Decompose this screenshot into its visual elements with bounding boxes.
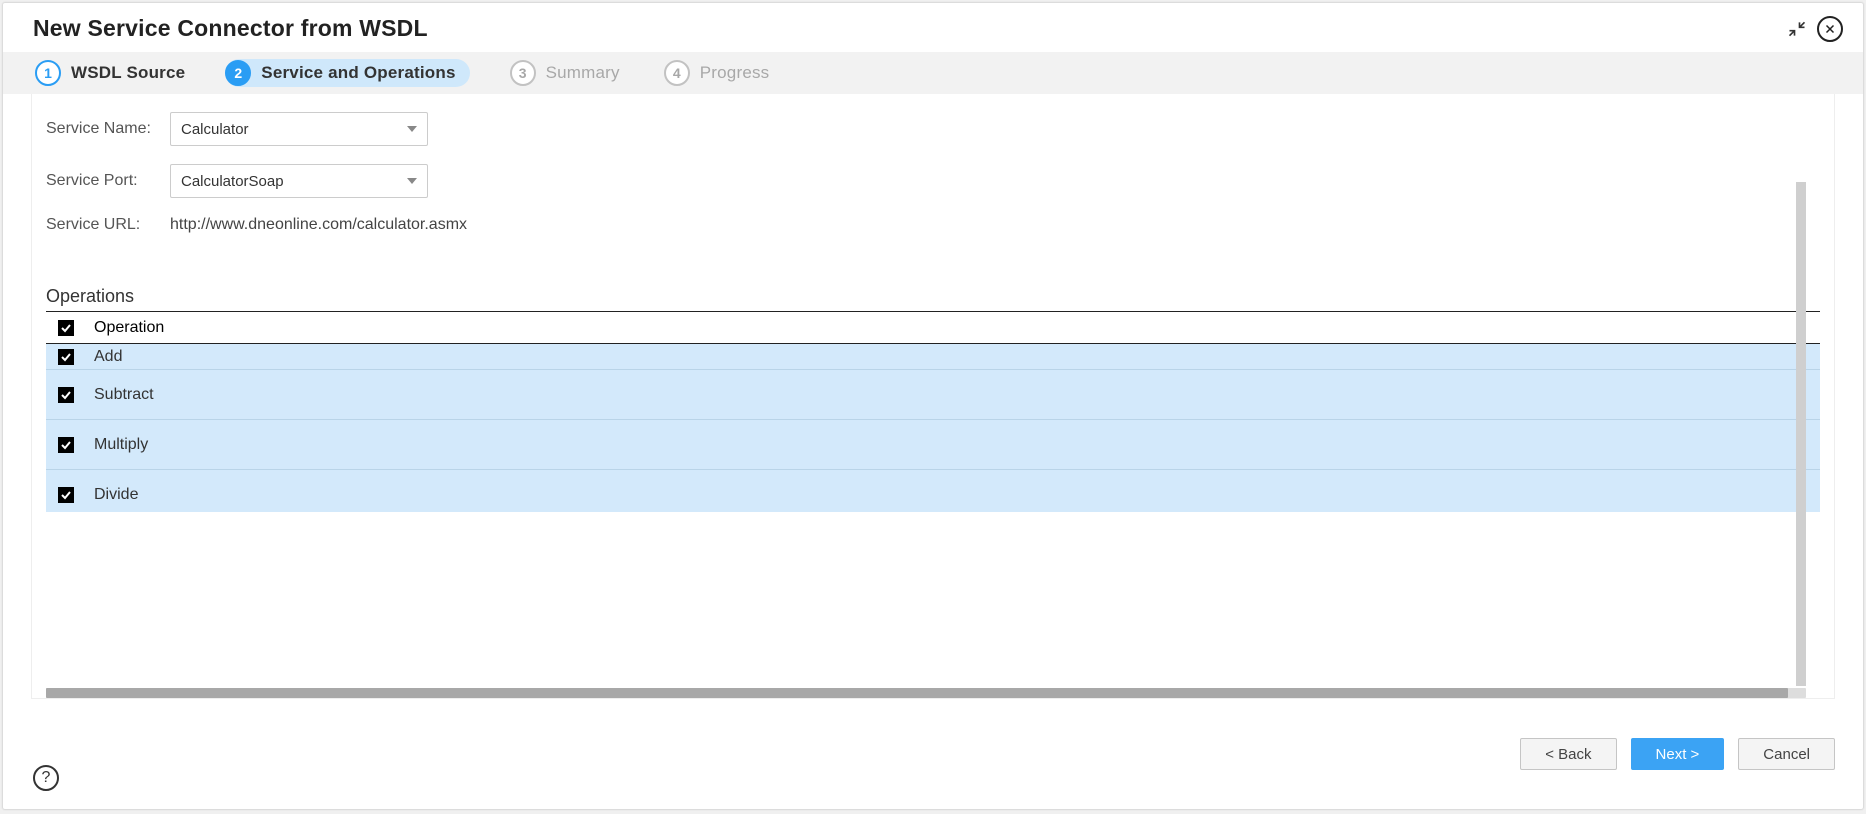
collapse-icon[interactable] <box>1787 19 1807 39</box>
table-row[interactable]: Multiply <box>46 420 1820 470</box>
scrollbar-thumb[interactable] <box>1796 182 1806 686</box>
step-badge: 4 <box>664 60 690 86</box>
column-header-operation: Operation <box>94 319 164 337</box>
chevron-down-icon <box>407 126 417 132</box>
operation-name: Add <box>94 348 122 366</box>
chevron-down-icon <box>407 178 417 184</box>
wsdl-wizard-dialog: New Service Connector from WSDL 1 WSDL S… <box>2 2 1864 810</box>
step-badge: 2 <box>225 60 251 86</box>
back-button[interactable]: < Back <box>1520 738 1616 770</box>
label-service-url: Service URL: <box>46 216 170 234</box>
wizard-steps: 1 WSDL Source 2 Service and Operations 3… <box>3 52 1863 94</box>
dialog-title: New Service Connector from WSDL <box>33 15 1787 42</box>
horizontal-scrollbar[interactable] <box>46 688 1806 698</box>
content-inner: Service Name: Calculator Service Port: C… <box>31 94 1835 699</box>
header-actions <box>1787 16 1843 42</box>
step-progress[interactable]: 4 Progress <box>660 60 774 86</box>
dialog-footer: ? < Back Next > Cancel <box>3 699 1863 809</box>
step-badge: 3 <box>510 60 536 86</box>
row-service-port: Service Port: CalculatorSoap <box>46 164 1820 198</box>
operations-table: Operation Add Subtract <box>46 311 1820 698</box>
operations-heading: Operations <box>46 286 1820 307</box>
scrollbar-thumb[interactable] <box>46 688 1788 698</box>
step-label: Summary <box>546 63 620 83</box>
table-row[interactable]: Add <box>46 344 1820 370</box>
content-area: Service Name: Calculator Service Port: C… <box>3 94 1863 699</box>
step-label: Progress <box>700 63 770 83</box>
select-service-name[interactable]: Calculator <box>170 112 428 146</box>
select-value: Calculator <box>181 121 249 138</box>
select-value: CalculatorSoap <box>181 173 284 190</box>
next-button[interactable]: Next > <box>1631 738 1725 770</box>
close-icon[interactable] <box>1817 16 1843 42</box>
select-service-port[interactable]: CalculatorSoap <box>170 164 428 198</box>
help-icon[interactable]: ? <box>33 765 59 791</box>
step-label: WSDL Source <box>71 63 185 83</box>
operations-body[interactable]: Add Subtract Multiply <box>46 344 1820 512</box>
dialog-header: New Service Connector from WSDL <box>3 3 1863 52</box>
checkbox-row[interactable] <box>58 437 74 453</box>
value-service-url: http://www.dneonline.com/calculator.asmx <box>170 216 467 234</box>
step-wsdl-source[interactable]: 1 WSDL Source <box>31 60 189 86</box>
checkbox-select-all[interactable] <box>58 320 74 336</box>
step-label: Service and Operations <box>261 63 455 83</box>
operation-name: Subtract <box>94 386 154 404</box>
step-badge: 1 <box>35 60 61 86</box>
row-service-name: Service Name: Calculator <box>46 112 1820 146</box>
table-row[interactable]: Divide <box>46 470 1820 512</box>
step-summary[interactable]: 3 Summary <box>506 60 624 86</box>
label-service-port: Service Port: <box>46 172 170 190</box>
vertical-scrollbar[interactable] <box>1796 182 1806 686</box>
label-service-name: Service Name: <box>46 120 170 138</box>
checkbox-row[interactable] <box>58 349 74 365</box>
table-row[interactable]: Subtract <box>46 370 1820 420</box>
row-service-url: Service URL: http://www.dneonline.com/ca… <box>46 216 1820 234</box>
step-service-operations[interactable]: 2 Service and Operations <box>225 59 469 87</box>
cancel-button[interactable]: Cancel <box>1738 738 1835 770</box>
checkbox-row[interactable] <box>58 387 74 403</box>
checkbox-row[interactable] <box>58 487 74 503</box>
operations-header-row: Operation <box>46 312 1820 344</box>
operation-name: Multiply <box>94 436 148 454</box>
operation-name: Divide <box>94 486 138 504</box>
